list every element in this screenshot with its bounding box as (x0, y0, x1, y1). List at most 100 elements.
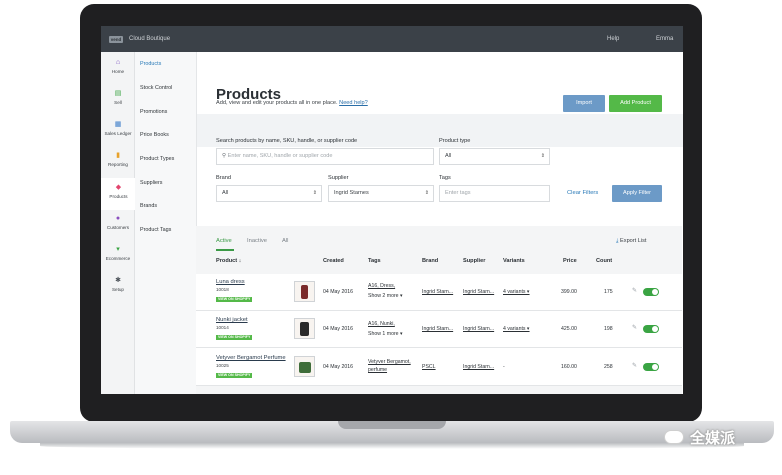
product-sku: 10014 (216, 325, 229, 330)
nav-setup[interactable]: ✱ Setup (101, 277, 135, 292)
brand-link[interactable]: Ingrid Starn... (422, 289, 453, 295)
intro-text: Add, view and edit your products all in … (216, 100, 368, 106)
brand-link[interactable]: PSCL (422, 364, 436, 370)
submenu-brands[interactable]: Brands (140, 203, 157, 209)
active-toggle[interactable] (643, 363, 659, 371)
watermark-text: 全媒派 (690, 430, 736, 447)
submenu-product-tags[interactable]: Product Tags (140, 227, 171, 233)
active-toggle[interactable] (643, 325, 659, 333)
products-icon: ◆ (115, 184, 122, 191)
nav-ecommerce[interactable]: ▾ Ecommerce (101, 246, 135, 261)
select-caret-icon: ⇕ (540, 153, 545, 159)
apply-filter-button[interactable]: Apply Filter (612, 185, 662, 202)
sell-icon: ▤ (114, 90, 122, 97)
edit-icon[interactable]: ✎ (632, 287, 637, 294)
count: 258 (604, 364, 613, 370)
tags-label: Tags (439, 175, 451, 181)
clear-filters-link[interactable]: Clear Filters (567, 190, 598, 196)
nav-reporting[interactable]: ▮ Reporting (101, 152, 135, 167)
submenu-products[interactable]: Products (140, 61, 161, 67)
product-name-link[interactable]: Vetyver Bergamot Perfume (216, 355, 286, 361)
variants-dropdown[interactable]: 4 variants ▾ (503, 326, 530, 332)
nav-home[interactable]: ⌂ Home (101, 59, 135, 74)
product-thumbnail (294, 318, 315, 339)
created-date: 04 May 2016 (323, 326, 353, 332)
help-link[interactable]: Help (607, 36, 619, 42)
need-help-link[interactable]: Need help? (339, 100, 368, 106)
created-date: 04 May 2016 (323, 289, 353, 295)
created-date: 04 May 2016 (323, 364, 353, 370)
active-tab-indicator (216, 249, 234, 251)
download-icon: ⤓ (616, 238, 619, 244)
vend-logo[interactable]: vend (109, 36, 123, 43)
submenu-product-types[interactable]: Product Types (140, 156, 174, 162)
view-on-shopify-badge[interactable]: VIEW ON SHOPIFY (216, 297, 253, 302)
col-created: Created (323, 258, 344, 264)
reporting-icon: ▮ (116, 152, 120, 159)
product-type-select[interactable]: All ⇕ (439, 148, 550, 165)
brand-label: Brand (216, 175, 231, 181)
laptop-notch (338, 421, 446, 429)
product-type-label: Product type (439, 138, 471, 144)
col-count: Count (596, 258, 613, 264)
nav-sales-ledger[interactable]: ▦ Sales Ledger (101, 121, 135, 136)
tags-input[interactable]: Enter tags (439, 185, 550, 202)
product-tags[interactable]: A16, Dress, (368, 283, 395, 289)
side-nav: ⌂ Home ▤ Sell ▦ Sales Ledger ▮ Reporting ◆ Pr… (101, 52, 136, 394)
supplier-link[interactable]: Ingrid Starn... (463, 364, 494, 370)
product-tags[interactable]: A16, Nunki, (368, 321, 395, 327)
nav-sell[interactable]: ▤ Sell (101, 90, 135, 105)
submenu-stock-control[interactable]: Stock Control (140, 85, 172, 91)
col-brand: Brand (422, 258, 439, 264)
submenu-price-books[interactable]: Price Books (140, 132, 169, 138)
product-sku: 10025 (216, 363, 229, 368)
search-input[interactable]: ⚲ Enter name, SKU, handle or supplier co… (216, 148, 434, 165)
brand-select[interactable]: All ⇕ (216, 185, 322, 202)
submenu-promotions[interactable]: Promotions (140, 109, 167, 115)
price: 160.00 (561, 364, 577, 370)
laptop-shadow (40, 443, 744, 449)
ecommerce-icon: ▾ (116, 246, 120, 253)
count: 175 (604, 289, 613, 295)
edit-icon[interactable]: ✎ (632, 362, 637, 369)
variants-dropdown: - (503, 364, 505, 370)
product-thumbnail (294, 356, 315, 377)
product-tags-more[interactable]: perfume (368, 367, 387, 373)
add-product-button[interactable]: Add Product (609, 95, 662, 112)
col-tags: Tags (368, 258, 381, 264)
user-menu[interactable]: Emma (656, 36, 673, 42)
count: 198 (604, 326, 613, 332)
nav-customers[interactable]: ● Customers (101, 215, 135, 230)
product-tags[interactable]: Vetyver Bergamot, (368, 359, 411, 365)
variants-dropdown[interactable]: 4 variants ▾ (503, 289, 530, 295)
col-product[interactable]: Product ↓ (216, 258, 241, 264)
sales-ledger-icon: ▦ (114, 121, 122, 128)
supplier-link[interactable]: Ingrid Starn... (463, 326, 494, 332)
supplier-select[interactable]: Ingrid Starnes ⇕ (328, 185, 434, 202)
export-list-button[interactable]: ⤓ Export List (616, 238, 646, 245)
product-sku: 10018 (216, 287, 229, 292)
supplier-label: Supplier (328, 175, 349, 181)
brand-link[interactable]: Ingrid Starn... (422, 326, 453, 332)
show-more-tags[interactable]: Show 1 more ▾ (368, 331, 403, 337)
product-name-link[interactable]: Nunki jacket (216, 317, 248, 323)
col-supplier: Supplier (463, 258, 486, 264)
tab-active[interactable]: Active (216, 238, 232, 244)
import-button[interactable]: Import (563, 95, 605, 112)
tab-all[interactable]: All (282, 238, 288, 244)
supplier-link[interactable]: Ingrid Starn... (463, 289, 494, 295)
submenu-suppliers[interactable]: Suppliers (140, 180, 162, 186)
price: 399.00 (561, 289, 577, 295)
search-label: Search products by name, SKU, handle, or… (216, 138, 358, 144)
view-on-shopify-badge[interactable]: VIEW ON SHOPIFY (216, 335, 253, 340)
show-more-tags[interactable]: Show 2 more ▾ (368, 293, 403, 299)
view-on-shopify-badge[interactable]: VIEW ON SHOPIFY (216, 373, 253, 378)
select-caret-icon: ⇕ (424, 190, 429, 196)
nav-products[interactable]: ◆ Products (101, 178, 136, 210)
edit-icon[interactable]: ✎ (632, 324, 637, 331)
store-name: Cloud Boutique (129, 36, 171, 42)
product-name-link[interactable]: Luna dress (216, 279, 245, 285)
active-toggle[interactable] (643, 288, 659, 296)
product-thumbnail (294, 281, 315, 302)
tab-inactive[interactable]: Inactive (247, 238, 267, 244)
